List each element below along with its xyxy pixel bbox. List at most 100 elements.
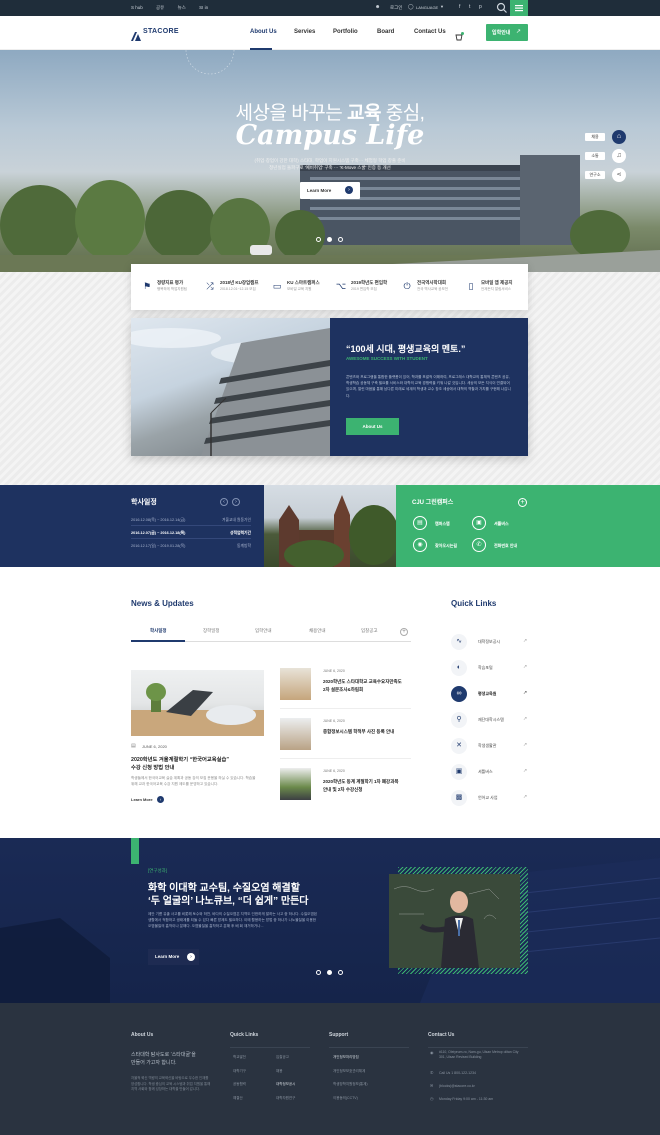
arrow-right-icon[interactable]: › (157, 796, 164, 803)
hero-learn-more-button[interactable]: Learn More › (300, 182, 360, 199)
menu-button[interactable] (510, 0, 528, 16)
news-title-1[interactable]: 2020학년도 동계 계절학기 1차 폐강과목 (323, 779, 398, 785)
tab-admission[interactable]: 입학안내 (255, 628, 272, 634)
admission-button[interactable]: 입학안내 ↗ (486, 24, 528, 41)
prev-icon[interactable]: ‹ (220, 498, 228, 506)
top-link[interactable]: S hub (131, 5, 143, 10)
login-link[interactable]: 로그인 (390, 5, 402, 11)
quick-link-item[interactable]: ◐ 학습포털 ↗ (451, 660, 529, 678)
footer-quick-link[interactable]: 대학정보공시 (276, 1082, 295, 1087)
footer-support-title: Support (329, 1032, 349, 1038)
footer-quick-link[interactable]: 예결산 (233, 1096, 243, 1101)
logo-text[interactable]: STACORE (143, 28, 179, 35)
quick-link-item[interactable]: ✕ 학생생활관 ↗ (451, 738, 529, 756)
news-title-1[interactable]: 종합정보시스템 학적부 사진 등록 안내 (323, 729, 394, 735)
quick-icon-item[interactable]: ⚑ 정량지표 평가 행복하게 학업지원팀 (141, 278, 207, 298)
tab-scholarship[interactable]: 장학일정 (203, 628, 220, 634)
plus-icon[interactable]: + (518, 498, 527, 507)
feature-news-image[interactable] (131, 670, 264, 736)
pagination-dot[interactable] (338, 970, 343, 975)
campus-link[interactable]: ▣ 셔틀버스 (472, 516, 532, 530)
tab-recruit[interactable]: 채용안내 (309, 628, 326, 634)
cart-icon[interactable] (455, 28, 464, 41)
news-thumb[interactable] (280, 768, 311, 800)
pagination-dot-active[interactable] (327, 970, 332, 975)
schedule-date: 2016.12.08(목) ~ 2016.12.14(금) (131, 518, 186, 522)
plus-icon[interactable]: + (400, 628, 408, 636)
search-icon[interactable] (496, 2, 508, 14)
tab-bid[interactable]: 입찰공고 (361, 628, 378, 634)
top-link[interactable]: SI in (199, 5, 208, 10)
top-link[interactable]: 공유 (156, 5, 164, 10)
side-button-lab[interactable]: 연구소 ⋖ (585, 168, 628, 182)
quick-icon-title: 모바일 앱 제공지 (481, 280, 513, 285)
pagination-dot[interactable] (316, 970, 321, 975)
next-icon[interactable]: › (232, 498, 240, 506)
pagination-dot-active[interactable] (327, 237, 332, 242)
feature-title-2[interactable]: 수강 신청 방법 안내 (131, 763, 174, 771)
quick-icon-title: 2018년 KU장업캠프 (220, 280, 259, 285)
feature-learn-more[interactable]: Learn More (131, 797, 153, 802)
top-link[interactable]: 뉴스 (178, 5, 186, 10)
side-label: 채용 (585, 133, 605, 141)
side-button-talk[interactable]: 소통 ♫ (585, 149, 628, 163)
footer-phone[interactable]: Call Us 1 800-122-1234 (439, 1071, 476, 1075)
footer-email[interactable]: (blocks)@stacore.co.kr (439, 1084, 475, 1088)
pagination-dot[interactable] (316, 237, 321, 242)
quick-icon-item[interactable]: ⌥ 2019학년도 편입학 2019 편입학 모집 (335, 278, 401, 298)
schedule-title: 학사일정 (131, 499, 157, 506)
research-learn-more-button[interactable]: Learn More › (148, 949, 199, 965)
logo-icon[interactable] (131, 28, 141, 41)
quick-icon-item[interactable]: ⤮ 2018년 KU장업캠프 2018.12.01~12.15 모집 (204, 278, 270, 298)
nav-item-services[interactable]: Servies (294, 29, 315, 35)
tab-schedule[interactable]: 학사일정 (150, 628, 167, 634)
green-campus-panel: CJU 그린캠퍼스 + ▤ 캠퍼스맵 ▣ 셔틀버스 ◉ 찾아오시는길 ✆ 전화번… (396, 485, 660, 567)
quick-link-item[interactable]: ▩ 언어교 사업 ↗ (451, 790, 529, 808)
language-select[interactable]: LANGUAGE (416, 5, 438, 10)
footer-support-link[interactable]: 이용동의(CCTV) (333, 1096, 358, 1101)
campus-link[interactable]: ✆ 전화번호 안내 (472, 538, 542, 552)
pagination-dot[interactable] (338, 237, 343, 242)
pinterest-icon[interactable]: p (479, 4, 482, 10)
quick-icon-sub: 2019 편입학 모집 (351, 287, 377, 291)
quick-icon-item[interactable]: ⏻ 전국역사학대회 전국 역사교육 공모전 (401, 278, 467, 298)
footer-quick-link[interactable]: 채용 (276, 1069, 282, 1074)
nav-item-portfolio[interactable]: Portfolio (333, 29, 358, 35)
twitter-icon[interactable]: t (469, 4, 470, 10)
news-thumb[interactable] (280, 718, 311, 750)
nav-item-contact[interactable]: Contact Us (414, 29, 446, 35)
side-button-hire[interactable]: 채용 ⌂ (585, 130, 628, 144)
news-title-2[interactable]: 안내 및 2차 수강신청 (323, 787, 362, 793)
footer-quick-link[interactable]: 대학기구 (233, 1069, 246, 1074)
footer-quick-link[interactable]: 학교발전 (233, 1055, 246, 1060)
footer-support-link[interactable]: 학생장학지원정보(통계) (333, 1082, 368, 1087)
feature-title-1[interactable]: 2020학년도 겨울계절학기 “한국어교육실습” (131, 755, 229, 763)
quick-icon-item[interactable]: ▯ 모바일 앱 제공지 언제든지 알림서비스 (465, 278, 531, 298)
side-label: 소통 (585, 152, 605, 160)
quick-link-item[interactable]: ▣ 셔틀버스 ↗ (451, 764, 529, 782)
footer: About Us 스타대학 탐사도로 ‘스타대굴’을 만들어 가고자 합니다. … (0, 1003, 660, 1135)
quick-link-item[interactable]: ∿ 대학정보공시 ↗ (451, 634, 529, 652)
external-link-icon: ↗ (523, 638, 528, 644)
footer-support-link[interactable]: 개인정보처리방침 (333, 1055, 359, 1060)
campus-link[interactable]: ▤ 캠퍼스맵 (413, 516, 473, 530)
quick-link-item[interactable]: ⚲ 재단대학시스템 ↗ (451, 712, 529, 730)
footer-quick-link[interactable]: 입찰공고 (276, 1055, 289, 1060)
footer-support-link[interactable]: 개인정보보호관리체계 (333, 1069, 365, 1074)
schedule-row[interactable]: 2016.12.07(금) ~ 2016.12.18(목) 성적업력기간 (131, 529, 251, 539)
nav-item-about[interactable]: About Us (250, 29, 277, 35)
campus-link[interactable]: ◉ 찾아오시는길 (413, 538, 473, 552)
schedule-row[interactable]: 2016.12.17(일) ~ 2019.01.28(목) 동계방학 (131, 542, 251, 552)
news-thumb[interactable] (280, 668, 311, 700)
news-title-1[interactable]: 2020학년도 스타대학교 교육수요자만족도 (323, 679, 402, 685)
schedule-row[interactable]: 2016.12.08(목) ~ 2016.12.14(금) 겨울교내 원동가인 (131, 516, 251, 526)
user-icon[interactable]: ☻ (375, 4, 380, 10)
facebook-icon[interactable]: f (459, 4, 460, 10)
footer-quick-link[interactable]: 대학자원연구 (276, 1096, 295, 1101)
quick-link-item[interactable]: ∞ 평생교육원 ↗ (451, 686, 529, 704)
promo-about-button[interactable]: About Us (346, 418, 399, 435)
footer-quick-link[interactable]: 공동협력 (233, 1082, 246, 1087)
quick-icon-item[interactable]: ▭ KU 스마트캠퍼스 모바일 교육 지원 (271, 278, 337, 298)
nav-item-board[interactable]: Board (377, 29, 394, 35)
news-title-2[interactable]: 2차 설문조사&하림회 (323, 687, 363, 693)
